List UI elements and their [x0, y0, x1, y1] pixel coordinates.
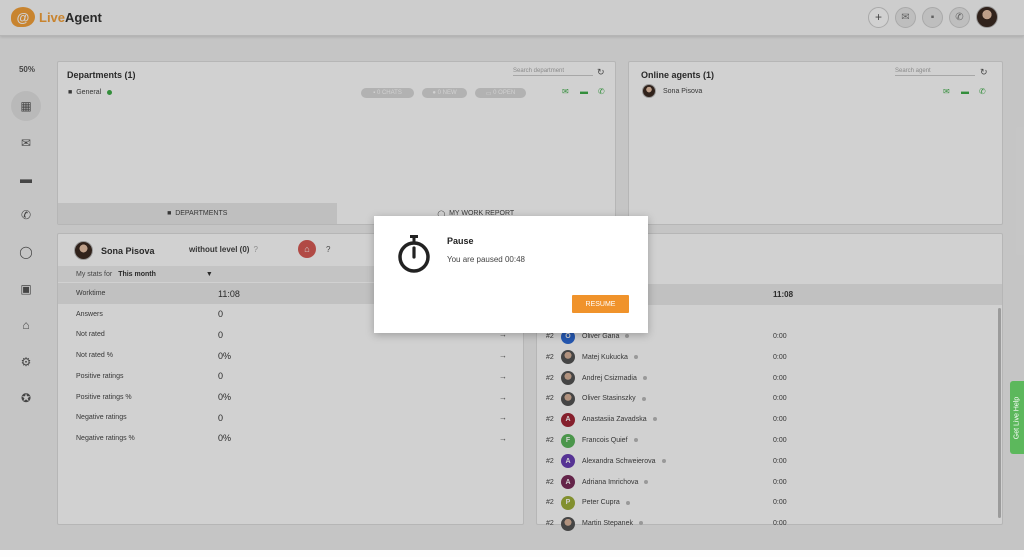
modal-title: Pause [447, 236, 474, 246]
pause-timer-text: You are paused 00:48 [447, 255, 525, 264]
stopwatch-icon [398, 235, 430, 273]
get-live-help-tab[interactable]: Get Live Help [1010, 381, 1024, 454]
resume-button[interactable]: RESUME [572, 295, 629, 313]
bottom-strip [0, 550, 1024, 557]
pause-modal: Pause You are paused 00:48 RESUME [374, 216, 648, 333]
